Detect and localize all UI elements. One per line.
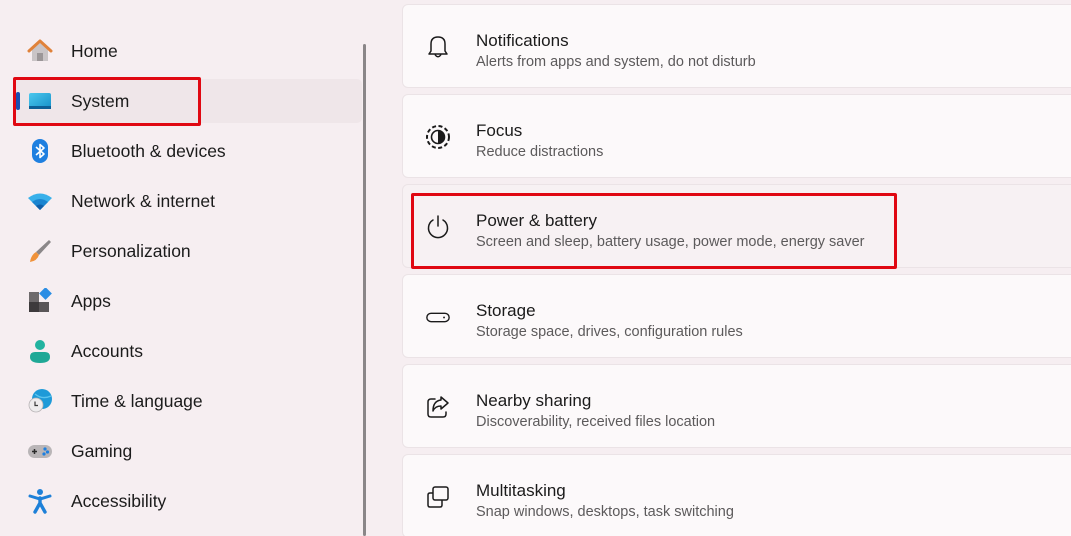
sidebar-item-label: Network & internet [71,191,215,211]
sidebar-item-personalization[interactable]: Personalization [14,229,362,273]
power-icon [425,214,451,240]
multitasking-icon [425,484,451,510]
sidebar-item-network-internet[interactable]: Network & internet [14,179,362,223]
storage-drive-icon [425,304,451,330]
accessibility-icon [26,487,54,515]
card-subtitle: Storage space, drives, configuration rul… [476,324,743,340]
sidebar-item-time-language[interactable]: Time & language [14,379,362,423]
sidebar-item-bluetooth-devices[interactable]: Bluetooth & devices [14,129,362,173]
sidebar-item-label: Personalization [71,241,191,261]
sidebar-item-label: Time & language [71,391,203,411]
home-icon [26,37,54,65]
sidebar-item-label: Bluetooth & devices [71,141,226,161]
apps-icon [26,287,54,315]
sidebar-item-gaming[interactable]: Gaming [14,429,362,473]
share-icon [425,394,451,420]
card-title: Storage [476,301,536,320]
bluetooth-icon [26,137,54,165]
card-power-battery[interactable]: Power & battery Screen and sleep, batter… [402,184,1071,268]
card-nearby-sharing[interactable]: Nearby sharing Discoverability, received… [402,364,1071,448]
card-subtitle: Reduce distractions [476,144,604,160]
card-notifications[interactable]: Notifications Alerts from apps and syste… [402,4,1071,88]
sidebar-item-home[interactable]: Home [14,29,362,73]
paintbrush-icon [26,237,54,265]
card-title: Nearby sharing [476,391,592,410]
sidebar-item-accounts[interactable]: Accounts [14,329,362,373]
system-settings-list: Notifications Alerts from apps and syste… [400,0,1071,536]
settings-sidebar: Home System Bluetooth & devices Network … [0,0,370,536]
sidebar-item-system[interactable]: System [14,79,362,123]
card-storage[interactable]: Storage Storage space, drives, configura… [402,274,1071,358]
sidebar-item-label: Apps [71,291,111,311]
card-subtitle: Screen and sleep, battery usage, power m… [476,234,865,250]
card-multitasking[interactable]: Multitasking Snap windows, desktops, tas… [402,454,1071,536]
sidebar-item-accessibility[interactable]: Accessibility [14,479,362,523]
sidebar-item-label: Gaming [71,441,133,461]
sidebar-scrollbar[interactable] [363,44,366,536]
selection-indicator [16,92,20,110]
system-display-icon [26,87,54,115]
card-subtitle: Discoverability, received files location [476,414,716,430]
wifi-icon [26,187,54,215]
card-title: Power & battery [476,211,597,230]
sidebar-item-label: Accessibility [71,491,167,511]
bell-icon [425,34,451,60]
focus-icon [425,124,451,150]
sidebar-item-label: System [71,91,130,111]
globe-clock-icon [26,387,54,415]
gamepad-icon [26,437,54,465]
card-subtitle: Snap windows, desktops, task switching [476,504,734,520]
sidebar-item-label: Accounts [71,341,143,361]
card-subtitle: Alerts from apps and system, do not dist… [476,54,756,70]
card-focus[interactable]: Focus Reduce distractions [402,94,1071,178]
person-icon [26,337,54,365]
card-title: Multitasking [476,481,566,500]
card-title: Focus [476,121,523,140]
sidebar-item-apps[interactable]: Apps [14,279,362,323]
sidebar-item-label: Home [71,41,118,61]
card-title: Notifications [476,31,569,50]
